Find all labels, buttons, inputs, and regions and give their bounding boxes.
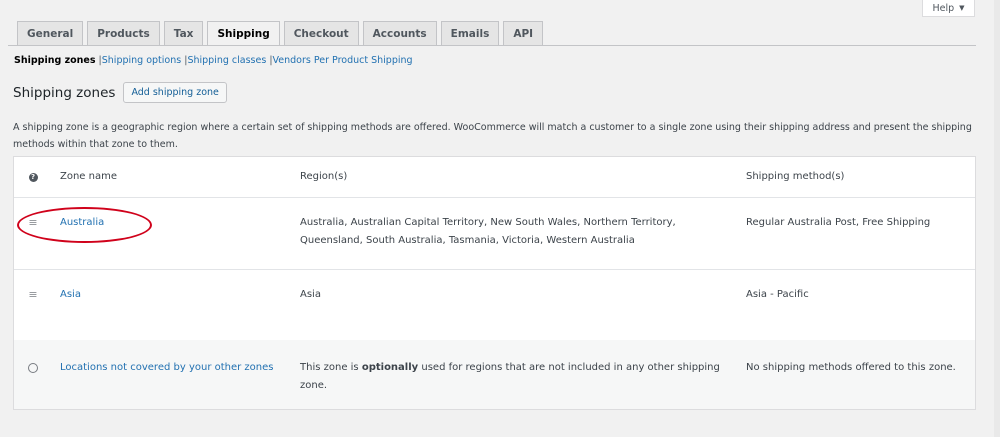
page-description: A shipping zone is a geographic region w…: [13, 122, 972, 150]
table-row: ≡ Asia Asia Asia - Pacific: [14, 269, 975, 341]
tab-accounts[interactable]: Accounts: [362, 21, 437, 45]
caret-down-icon: ▼: [959, 4, 965, 12]
fallback-zone-regions: This zone is optionally used for regions…: [300, 359, 730, 395]
fallback-region-emphasis: optionally: [361, 362, 419, 373]
subnav-shipping-classes[interactable]: Shipping classes: [187, 55, 266, 66]
shipping-subnav: Shipping zones |Shipping options |Shippi…: [14, 55, 413, 66]
subnav-shipping-options[interactable]: Shipping options: [102, 55, 181, 66]
settings-tabs: General Products Tax Shipping Checkout A…: [17, 21, 544, 46]
globe-icon: [26, 359, 40, 380]
fallback-region-prefix: This zone is: [300, 362, 362, 373]
zone-name-link[interactable]: Australia: [60, 214, 280, 232]
zone-regions: Asia: [300, 289, 321, 300]
tab-products[interactable]: Products: [87, 21, 160, 45]
help-label: Help: [932, 2, 955, 14]
scrollbar-track[interactable]: [994, 0, 1000, 437]
table-header: ? Zone name Region(s) Shipping method(s): [14, 157, 975, 198]
tab-api[interactable]: API: [503, 21, 544, 45]
title-row: Shipping zones Add shipping zone: [13, 82, 227, 103]
subnav-shipping-zones[interactable]: Shipping zones: [14, 55, 96, 66]
zone-methods: Regular Australia Post, Free Shipping: [746, 217, 931, 228]
tab-shipping[interactable]: Shipping: [207, 21, 280, 46]
tab-emails[interactable]: Emails: [440, 21, 500, 45]
fallback-zone-link[interactable]: Locations not covered by your other zone…: [60, 359, 280, 377]
drag-handle-icon[interactable]: ≡: [26, 214, 40, 232]
header-zone-name: Zone name: [60, 171, 117, 182]
zone-regions: Australia, Australian Capital Territory,…: [300, 217, 676, 246]
tab-checkout[interactable]: Checkout: [283, 21, 359, 45]
add-shipping-zone-button[interactable]: Add shipping zone: [123, 82, 227, 103]
help-icon[interactable]: ?: [26, 168, 40, 186]
tab-tax[interactable]: Tax: [163, 21, 204, 45]
fallback-zone-row: Locations not covered by your other zone…: [14, 340, 975, 409]
table-row: ≡ Australia Australia, Australian Capita…: [14, 197, 975, 270]
header-regions: Region(s): [300, 171, 348, 182]
tab-general[interactable]: General: [17, 21, 84, 45]
header-shipping-methods: Shipping method(s): [746, 171, 845, 182]
subnav-vendors-per-product-shipping[interactable]: Vendors Per Product Shipping: [273, 55, 413, 66]
zone-name-link[interactable]: Asia: [60, 286, 280, 304]
fallback-zone-methods: No shipping methods offered to this zone…: [746, 362, 956, 373]
shipping-zones-table: ? Zone name Region(s) Shipping method(s)…: [13, 156, 976, 410]
help-button[interactable]: Help ▼: [922, 0, 975, 17]
drag-handle-icon[interactable]: ≡: [26, 286, 40, 304]
page-title: Shipping zones: [13, 84, 116, 101]
zone-methods: Asia - Pacific: [746, 289, 809, 300]
tab-divider: [8, 45, 976, 46]
